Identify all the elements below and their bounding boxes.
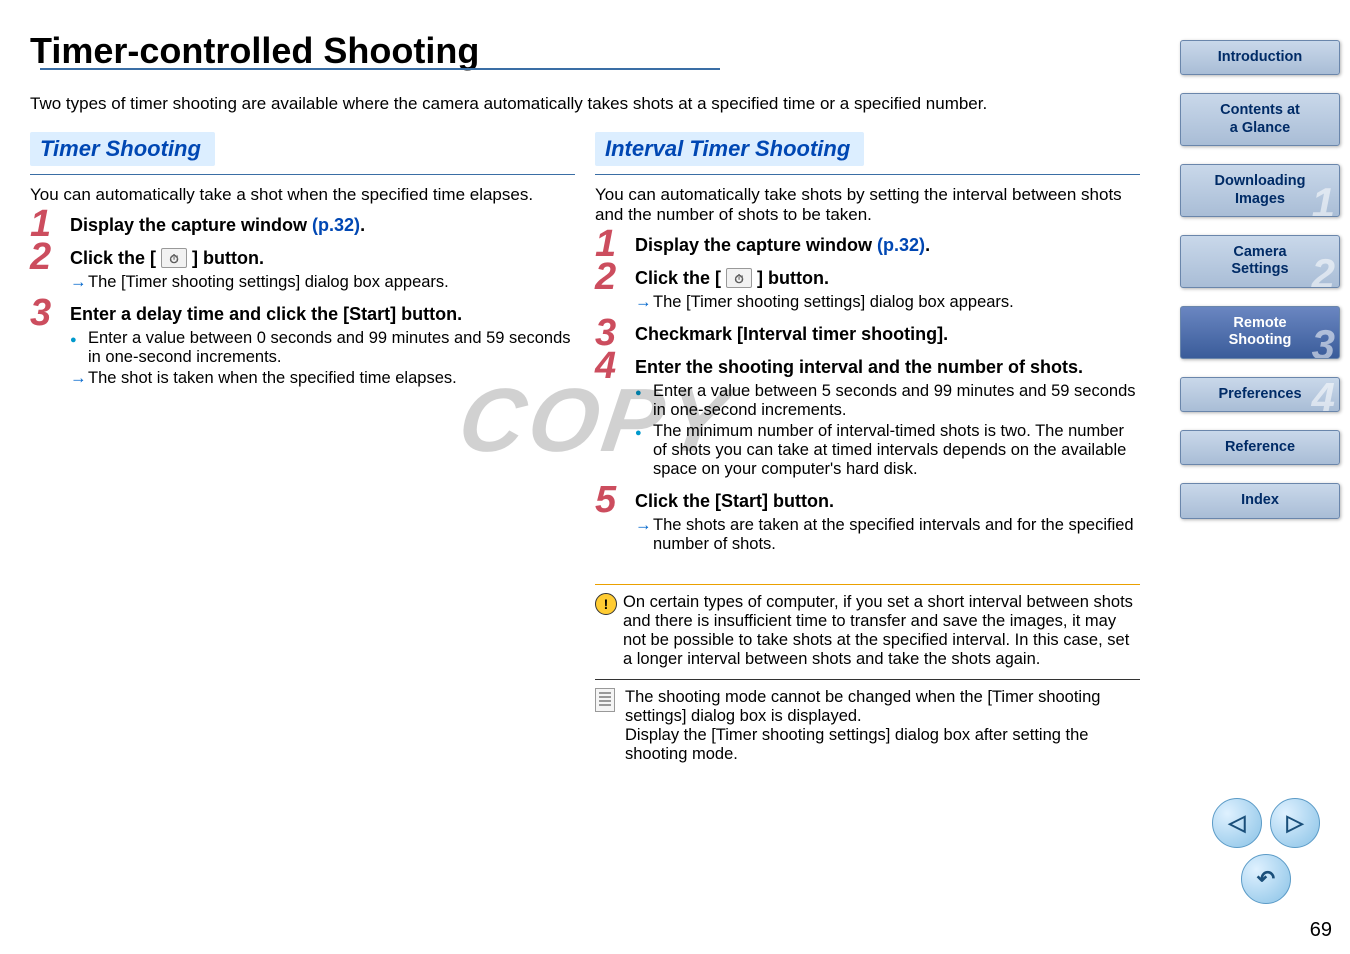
nav-remote-shooting[interactable]: RemoteShooting 3 <box>1180 306 1340 359</box>
step-title: Display the capture window (p.32). <box>635 235 1140 256</box>
step: 2Click the [ ] button.The [Timer shootin… <box>595 268 1140 312</box>
step-number: 4 <box>595 347 616 385</box>
pager-controls: ◁ ▷ ↶ <box>1212 798 1320 904</box>
step-number: 2 <box>30 238 51 276</box>
nav-label: RemoteShooting <box>1229 315 1292 348</box>
step-bullets: Enter a value between 5 seconds and 99 m… <box>635 382 1140 479</box>
step: 2Click the [ ] button.The [Timer shootin… <box>30 248 575 292</box>
bullet-arrow: The [Timer shooting settings] dialog box… <box>635 293 1140 312</box>
step-number: 5 <box>595 481 616 519</box>
page-reference-link[interactable]: (p.32) <box>312 215 360 235</box>
nav-preferences[interactable]: Preferences 4 <box>1180 377 1340 412</box>
document-icon <box>595 688 615 712</box>
info-text: The shooting mode cannot be changed when… <box>625 688 1140 764</box>
step-number: 3 <box>30 294 51 332</box>
timer-icon <box>726 268 752 288</box>
nav-camera-settings[interactable]: CameraSettings 2 <box>1180 235 1340 288</box>
step-title: Enter a delay time and click the [Start]… <box>70 304 575 325</box>
step-bullets: The [Timer shooting settings] dialog box… <box>70 273 575 292</box>
step-number: 2 <box>595 258 616 296</box>
step-title: Click the [ ] button. <box>70 248 575 269</box>
section-heading-label: Timer Shooting <box>40 136 201 162</box>
section-heading-timer: Timer Shooting <box>30 132 215 166</box>
bullet-arrow: The shots are taken at the specified int… <box>635 516 1140 554</box>
section-heading-label: Interval Timer Shooting <box>605 136 850 162</box>
nav-label: Preferences <box>1218 386 1301 402</box>
nav-number: 4 <box>1312 377 1335 412</box>
page-reference-link[interactable]: (p.32) <box>877 235 925 255</box>
section-heading-interval: Interval Timer Shooting <box>595 132 864 166</box>
nav-label: CameraSettings <box>1231 244 1288 277</box>
next-page-button[interactable]: ▷ <box>1270 798 1320 848</box>
nav-label: Reference <box>1225 439 1295 455</box>
step-title: Enter the shooting interval and the numb… <box>635 357 1140 378</box>
bullet-dot: The minimum number of interval-timed sho… <box>635 422 1140 479</box>
step-title: Click the [ ] button. <box>635 268 1140 289</box>
step-bullets: The [Timer shooting settings] dialog box… <box>635 293 1140 312</box>
step-title: Click the [Start] button. <box>635 491 1140 512</box>
page-title: Timer-controlled Shooting <box>30 30 479 72</box>
nav-label: DownloadingImages <box>1214 173 1305 206</box>
back-button[interactable]: ↶ <box>1241 854 1291 904</box>
step: 1Display the capture window (p.32). <box>30 215 575 236</box>
nav-contents-at-a-glance[interactable]: Contents ata Glance <box>1180 93 1340 146</box>
page-number: 69 <box>1310 919 1332 942</box>
bullet-arrow: The shot is taken when the specified tim… <box>70 369 575 388</box>
step: 3Enter a delay time and click the [Start… <box>30 304 575 388</box>
nav-index[interactable]: Index <box>1180 483 1340 518</box>
section-rule <box>30 174 575 175</box>
info-note: The shooting mode cannot be changed when… <box>595 679 1140 764</box>
step: 1Display the capture window (p.32). <box>595 235 1140 256</box>
section-desc: You can automatically take shots by sett… <box>595 185 1140 225</box>
nav-number: 1 <box>1312 182 1335 217</box>
bullet-arrow: The [Timer shooting settings] dialog box… <box>70 273 575 292</box>
step-bullets: Enter a value between 0 seconds and 99 m… <box>70 329 575 388</box>
nav-introduction[interactable]: Introduction <box>1180 40 1340 75</box>
section-rule <box>595 174 1140 175</box>
bullet-dot: Enter a value between 5 seconds and 99 m… <box>635 382 1140 420</box>
step: 4Enter the shooting interval and the num… <box>595 357 1140 479</box>
title-rule <box>40 68 720 70</box>
step-title: Display the capture window (p.32). <box>70 215 575 236</box>
nav-number: 3 <box>1312 324 1335 359</box>
step: 3Checkmark [Interval timer shooting]. <box>595 324 1140 345</box>
step-title: Checkmark [Interval timer shooting]. <box>635 324 1140 345</box>
nav-reference[interactable]: Reference <box>1180 430 1340 465</box>
nav-downloading-images[interactable]: DownloadingImages1 <box>1180 164 1340 217</box>
timer-icon <box>161 248 187 268</box>
warning-text: On certain types of computer, if you set… <box>623 593 1140 669</box>
bullet-dot: Enter a value between 0 seconds and 99 m… <box>70 329 575 367</box>
step-bullets: The shots are taken at the specified int… <box>635 516 1140 554</box>
nav-label: Contents ata Glance <box>1220 102 1300 135</box>
intro-text: Two types of timer shooting are availabl… <box>30 94 1140 114</box>
nav-number: 2 <box>1312 253 1335 288</box>
warning-icon: ! <box>595 593 617 615</box>
section-desc: You can automatically take a shot when t… <box>30 185 575 205</box>
nav-label: Introduction <box>1218 49 1303 65</box>
step: 5Click the [Start] button.The shots are … <box>595 491 1140 554</box>
warning-note: ! On certain types of computer, if you s… <box>595 584 1140 669</box>
prev-page-button[interactable]: ◁ <box>1212 798 1262 848</box>
nav-label: Index <box>1241 492 1279 508</box>
